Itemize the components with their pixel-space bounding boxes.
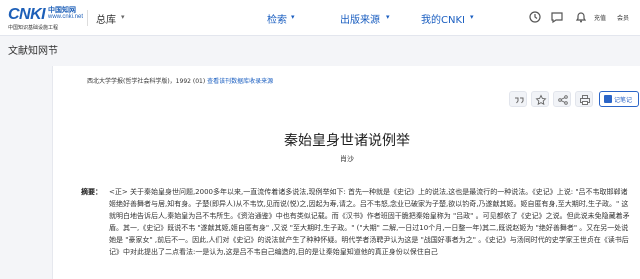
take-note-button[interactable]: 记笔记 — [599, 91, 639, 107]
nav-home[interactable]: 总库 — [96, 11, 116, 26]
nav-search[interactable]: 检索 — [267, 11, 287, 26]
chevron-down-icon[interactable]: ▾ — [291, 13, 295, 21]
quote-button[interactable] — [509, 91, 527, 107]
member-link[interactable]: 会员 — [617, 13, 629, 22]
nav-my-cnki[interactable]: 我的CNKI — [421, 11, 465, 26]
journal-issue[interactable]: 西北大学学报(哲学社会科学版)，1992 (01) — [87, 78, 205, 85]
logo-subtitle: 中国知识基础设施工程 — [8, 25, 59, 31]
abstract-text: <正> 关于秦始皇身世问题,2000多年以来,一直流传着诸多说法,现例举如下: … — [109, 188, 630, 256]
note-icon — [604, 95, 612, 103]
chevron-down-icon[interactable]: ▾ — [121, 13, 125, 21]
star-icon — [535, 94, 547, 106]
share-button[interactable] — [553, 91, 571, 107]
bell-icon[interactable] — [574, 10, 588, 24]
abstract-label: 摘要： — [81, 188, 102, 196]
nav-publication-source[interactable]: 出版来源 — [340, 11, 380, 26]
article-author[interactable]: 肖沙 — [53, 154, 640, 164]
chevron-down-icon[interactable]: ▾ — [386, 13, 390, 21]
article-title: 秦始皇身世诸说例举 — [284, 133, 410, 149]
clock-icon[interactable] — [528, 10, 542, 24]
chat-icon[interactable] — [550, 10, 564, 24]
recharge-link[interactable]: 充值 — [594, 13, 606, 22]
cnki-logo[interactable]: CNKI 中国知网 www.cnki.net 中国知识基础设施工程 — [8, 5, 83, 31]
print-icon — [580, 95, 590, 105]
logo-url: www.cnki.net — [48, 14, 84, 20]
logo-mark: CNKI — [8, 6, 46, 23]
breadcrumb — [0, 36, 640, 60]
article-card: 西北大学学报(哲学社会科学版)，1992 (01) 查看该刊数据库收录来源 记笔… — [52, 66, 640, 279]
take-note-label: 记笔记 — [614, 97, 633, 104]
database-link[interactable]: 查看该刊数据库收录来源 — [207, 78, 273, 85]
chevron-down-icon[interactable]: ▾ — [470, 13, 474, 21]
page-title: 文献知网节 — [8, 46, 58, 57]
share-icon — [558, 95, 568, 105]
nav-divider — [87, 10, 88, 26]
top-navigation-bar: CNKI 中国知网 www.cnki.net 中国知识基础设施工程 总库 ▾ 检… — [0, 0, 640, 36]
favorite-button[interactable] — [531, 91, 549, 107]
print-button[interactable] — [575, 91, 593, 107]
quote-icon — [515, 97, 524, 104]
article-source: 西北大学学报(哲学社会科学版)，1992 (01) 查看该刊数据库收录来源 — [87, 76, 273, 85]
